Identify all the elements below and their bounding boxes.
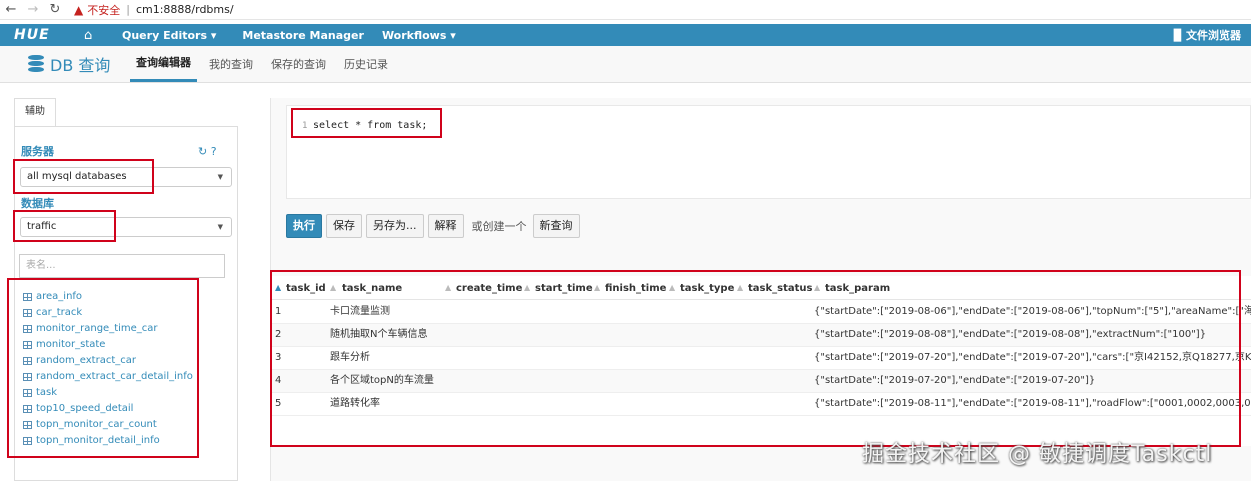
- chevron-down-icon: ▼: [217, 223, 223, 231]
- home-icon[interactable]: ⌂: [84, 28, 104, 43]
- tab-history[interactable]: 历史记录: [338, 45, 394, 82]
- back-icon[interactable]: ←: [0, 2, 22, 17]
- tab-query-editor[interactable]: 查询编辑器: [130, 45, 197, 82]
- db-query-title: DB 查询: [50, 55, 111, 75]
- forward-icon[interactable]: →: [22, 2, 44, 17]
- annotation-box-server: [13, 159, 154, 194]
- annotation-box-tables: [7, 278, 199, 458]
- execute-button[interactable]: 执行: [286, 214, 322, 238]
- server-label: 服务器: [21, 145, 54, 158]
- nav-metastore-manager[interactable]: Metastore Manager: [242, 29, 364, 42]
- db-query-subnav: DB 查询 查询编辑器 我的查询 保存的查询 历史记录: [0, 46, 1251, 83]
- or-create-text: 或创建一个: [471, 220, 527, 233]
- new-query-button[interactable]: 新查询: [532, 214, 580, 238]
- security-label[interactable]: 不安全: [87, 2, 120, 18]
- address-bar[interactable]: cm1:8888/rdbms/: [136, 3, 234, 16]
- database-label: 数据库: [21, 197, 54, 210]
- file-browser-label: 文件浏览器: [1186, 29, 1241, 42]
- browser-toolbar: ← → ↻ ▲ 不安全 | cm1:8888/rdbms/: [0, 0, 1251, 20]
- database-icon: [28, 54, 44, 73]
- server-refresh-help-icons[interactable]: ↻ ?: [198, 145, 217, 158]
- annotation-box-sql: [291, 108, 442, 138]
- annotation-box-results: [270, 270, 1241, 447]
- assist-tab[interactable]: 辅助: [14, 98, 56, 126]
- query-toolbar: 执行 保存 另存为... 解释 或创建一个 新查询: [286, 214, 584, 238]
- db-query-brand[interactable]: DB 查询: [28, 45, 124, 82]
- table-filter-input[interactable]: 表名...: [19, 254, 225, 278]
- url-separator: |: [126, 3, 130, 16]
- save-as-button[interactable]: 另存为...: [366, 214, 424, 238]
- file-browser-link[interactable]: ▉ 文件浏览器: [1174, 27, 1241, 43]
- nav-query-editors[interactable]: Query Editors ▾: [122, 29, 216, 42]
- chevron-down-icon: ▼: [217, 173, 223, 181]
- nav-workflows[interactable]: Workflows ▾: [382, 29, 456, 42]
- annotation-box-database: [13, 210, 116, 242]
- tab-my-queries[interactable]: 我的查询: [203, 45, 259, 82]
- reload-icon[interactable]: ↻: [44, 2, 66, 17]
- file-icon: ▉: [1173, 29, 1186, 42]
- watermark: 掘金技术社区 @ 敏捷调度Taskctl: [862, 442, 1213, 467]
- hue-logo[interactable]: HUE: [14, 27, 64, 43]
- warning-icon[interactable]: ▲: [74, 3, 83, 17]
- explain-button[interactable]: 解释: [427, 214, 464, 238]
- tab-saved-queries[interactable]: 保存的查询: [265, 45, 332, 82]
- save-button[interactable]: 保存: [326, 214, 362, 238]
- hue-top-nav: HUE ⌂ Query Editors ▾ Metastore Manager …: [0, 24, 1251, 46]
